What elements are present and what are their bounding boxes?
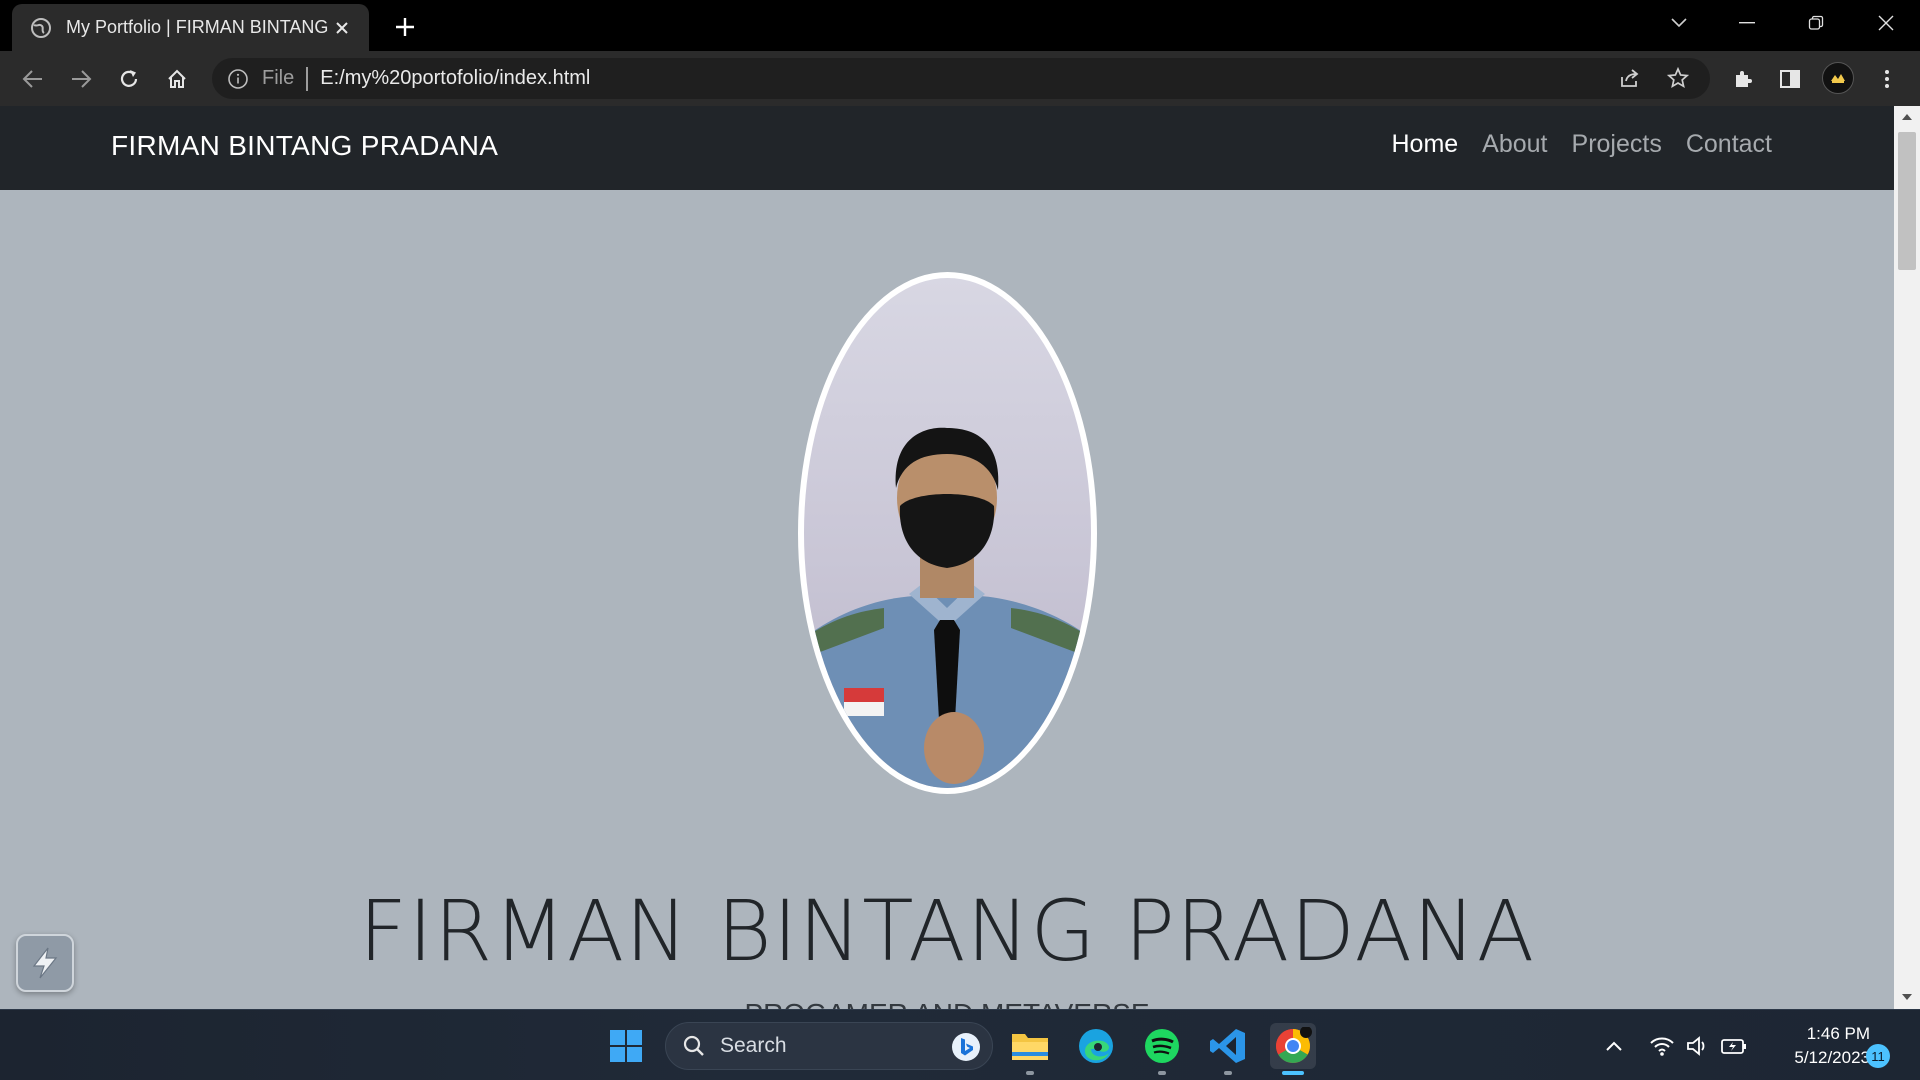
volume-icon[interactable]	[1684, 1032, 1712, 1060]
forward-arrow-icon[interactable]	[65, 63, 97, 95]
running-indicator	[1158, 1071, 1166, 1075]
bing-icon[interactable]	[950, 1031, 982, 1063]
profile-photo	[798, 272, 1097, 794]
file-explorer-icon[interactable]	[1007, 1023, 1053, 1075]
close-window-icon[interactable]	[1866, 8, 1906, 38]
home-icon[interactable]	[161, 63, 193, 95]
new-tab-icon[interactable]	[390, 12, 420, 42]
url-scheme-label: File	[262, 67, 295, 89]
taskbar-clock[interactable]: 1:46 PM 5/12/2023	[1760, 1022, 1870, 1070]
url-text[interactable]: E:/my%20portofolio/index.html	[320, 67, 590, 90]
hero-subtitle: PROGAMER AND METAVERSE	[0, 998, 1894, 1009]
spotify-icon[interactable]	[1139, 1023, 1185, 1075]
nav-links: Home About Projects Contact	[1391, 130, 1772, 159]
page-viewport: FIRMAN BINTANG PRADANA Home About Projec…	[0, 106, 1920, 1009]
taskbar-search[interactable]: Search	[665, 1022, 993, 1070]
nav-link-about[interactable]: About	[1482, 130, 1547, 159]
tab-title: My Portfolio | FIRMAN BINTANG	[66, 17, 328, 37]
running-indicator	[1026, 1071, 1034, 1075]
site-brand[interactable]: FIRMAN BINTANG PRADANA	[111, 130, 498, 162]
active-indicator	[1282, 1071, 1304, 1075]
site-navbar: FIRMAN BINTANG PRADANA Home About Projec…	[0, 106, 1894, 190]
bookmark-star-icon[interactable]	[1662, 62, 1694, 94]
nav-link-contact[interactable]: Contact	[1686, 130, 1772, 159]
vertical-scrollbar[interactable]	[1894, 106, 1920, 1009]
chrome-icon[interactable]	[1270, 1023, 1316, 1075]
browser-tab-strip: My Portfolio | FIRMAN BINTANG	[0, 0, 1920, 51]
clock-time: 1:46 PM	[1806, 1024, 1870, 1043]
side-panel-icon[interactable]	[1774, 63, 1806, 95]
url-separator	[306, 66, 309, 91]
nav-link-projects[interactable]: Projects	[1572, 130, 1662, 159]
minimize-icon[interactable]	[1727, 8, 1767, 38]
hero-name: FIRMAN BINTANG PRADANA	[358, 882, 1536, 980]
scroll-down-arrow-icon[interactable]	[1900, 990, 1914, 1004]
browser-tab[interactable]: My Portfolio | FIRMAN BINTANG	[12, 4, 369, 51]
globe-icon	[30, 17, 52, 39]
floating-extension-button[interactable]	[16, 934, 74, 992]
chevron-up-icon[interactable]	[1600, 1032, 1628, 1060]
profile-avatar[interactable]	[1822, 62, 1854, 94]
extensions-puzzle-icon[interactable]	[1727, 63, 1759, 95]
notification-badge[interactable]: 11	[1866, 1044, 1890, 1068]
restore-icon[interactable]	[1796, 8, 1836, 38]
vscode-icon[interactable]	[1205, 1023, 1251, 1075]
running-indicator	[1224, 1071, 1232, 1075]
hero-section: FIRMAN BINTANG PRADANA PROGAMER AND META…	[0, 190, 1894, 1009]
start-icon[interactable]	[603, 1023, 649, 1069]
back-arrow-icon[interactable]	[17, 63, 49, 95]
search-icon	[683, 1035, 704, 1056]
browser-toolbar: File E:/my%20portofolio/index.html	[0, 51, 1920, 106]
taskbar: Search 1:46 PM 5/12/2023 11	[0, 1009, 1920, 1080]
close-tab-icon[interactable]	[331, 17, 353, 39]
edge-icon[interactable]	[1073, 1023, 1119, 1069]
nav-link-home[interactable]: Home	[1391, 130, 1458, 159]
scroll-up-arrow-icon[interactable]	[1900, 110, 1914, 124]
scrollbar-thumb[interactable]	[1898, 132, 1916, 270]
wifi-icon[interactable]	[1648, 1032, 1676, 1060]
battery-charging-icon[interactable]	[1720, 1032, 1748, 1060]
address-bar[interactable]: File E:/my%20portofolio/index.html	[212, 58, 1710, 99]
clock-date: 5/12/2023	[1794, 1048, 1870, 1067]
site-info-icon[interactable]	[226, 67, 250, 91]
menu-kebab-icon[interactable]	[1871, 63, 1903, 95]
search-label: Search	[720, 1034, 787, 1057]
reload-icon[interactable]	[113, 63, 145, 95]
tab-search-chevron-down-icon[interactable]	[1659, 8, 1699, 38]
share-icon[interactable]	[1614, 62, 1646, 94]
